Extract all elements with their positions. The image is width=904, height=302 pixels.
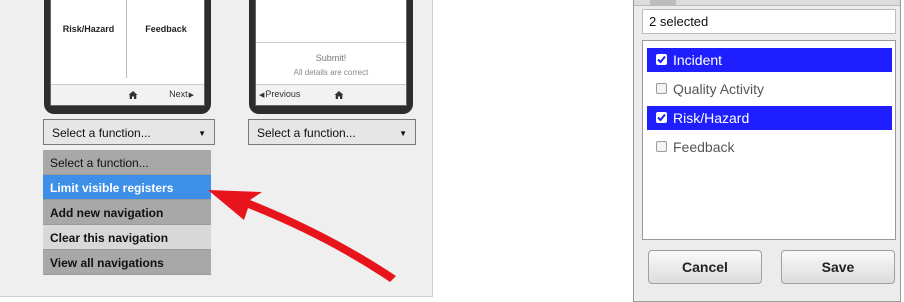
tile-risk-hazard[interactable]: Risk/Hazard — [51, 0, 127, 78]
next-link[interactable]: Next▶ — [169, 89, 194, 99]
checkbox-checked[interactable] — [656, 54, 667, 65]
left-panel: Risk/Hazard Feedback Next▶ Submit! All d… — [0, 0, 433, 297]
next-label: Next — [169, 89, 188, 99]
function-select-1-value: Select a function... — [52, 126, 151, 140]
function-select-2-value: Select a function... — [257, 126, 356, 140]
function-dropdown-list: Select a function... Limit visible regis… — [43, 150, 211, 275]
save-button[interactable]: Save — [781, 250, 895, 284]
caret-down-icon: ▼ — [198, 129, 206, 138]
function-select-2[interactable]: Select a function... ▼ — [248, 119, 416, 145]
phone2-top-area — [256, 0, 406, 43]
phone-screen-2: Submit! All details are correct ◀Previou… — [255, 0, 407, 106]
phone-nav-strip-2: ◀Previous — [256, 84, 406, 105]
option-quality-activity[interactable]: Quality Activity — [647, 77, 892, 101]
details-text: All details are correct — [293, 68, 369, 77]
caret-down-icon: ▼ — [399, 129, 407, 138]
tile-feedback[interactable]: Feedback — [128, 0, 204, 78]
panel-top-tab — [650, 0, 676, 5]
triangle-left-icon: ◀ — [259, 92, 265, 99]
checkbox-checked[interactable] — [656, 112, 667, 123]
dropdown-option[interactable]: View all navigations — [43, 250, 211, 275]
previous-label: Previous — [265, 89, 301, 99]
option-risk-hazard[interactable]: Risk/Hazard — [647, 106, 892, 130]
dropdown-option[interactable]: Add new navigation — [43, 200, 211, 225]
cancel-button[interactable]: Cancel — [648, 250, 762, 284]
option-label: Incident — [673, 52, 723, 68]
phone-nav-strip-1: Next▶ — [51, 84, 204, 105]
phone-screen-1: Risk/Hazard Feedback Next▶ — [50, 0, 205, 106]
selected-count: 2 selected — [642, 9, 896, 34]
checkmark-icon — [657, 55, 666, 64]
option-label: Feedback — [673, 139, 735, 155]
phone-preview-2: Submit! All details are correct ◀Previou… — [249, 0, 413, 114]
dropdown-option-highlighted[interactable]: Limit visible registers — [43, 175, 211, 200]
checkbox-unchecked[interactable] — [656, 83, 667, 94]
option-list: Incident Quality Activity Risk/Hazard Fe… — [642, 40, 896, 240]
submit-label[interactable]: Submit! — [256, 53, 406, 63]
home-icon[interactable] — [128, 90, 138, 100]
option-feedback[interactable]: Feedback — [647, 135, 892, 159]
checkmark-icon — [657, 113, 666, 122]
option-label: Risk/Hazard — [673, 110, 750, 126]
triangle-right-icon: ▶ — [188, 92, 194, 99]
previous-link[interactable]: ◀Previous — [259, 89, 300, 99]
option-label: Quality Activity — [673, 81, 765, 97]
dropdown-option[interactable]: Select a function... — [43, 150, 211, 175]
option-incident[interactable]: Incident — [647, 48, 892, 72]
checkbox-unchecked[interactable] — [656, 141, 667, 152]
home-icon[interactable] — [334, 90, 344, 100]
function-select-1[interactable]: Select a function... ▼ — [43, 119, 215, 145]
multiselect-panel: 2 selected Incident Quality Activity Ris… — [633, 0, 901, 302]
phone-preview-1: Risk/Hazard Feedback Next▶ — [44, 0, 211, 114]
dropdown-option[interactable]: Clear this navigation — [43, 225, 211, 250]
